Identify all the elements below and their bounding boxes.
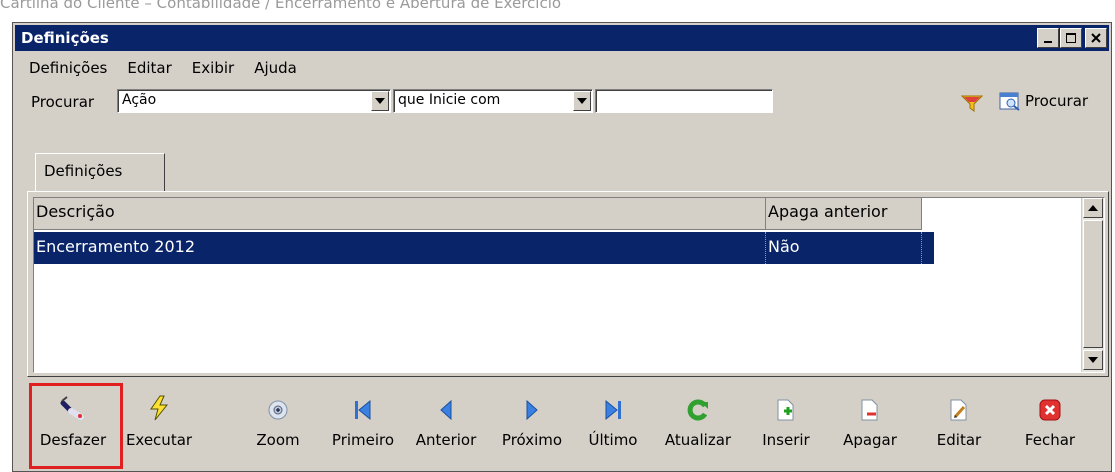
close-button[interactable]	[1085, 28, 1107, 48]
table-header: Descrição Apaga anterior	[34, 198, 934, 230]
scroll-thumb[interactable]	[1083, 220, 1103, 348]
apagar-label: Apagar	[843, 431, 897, 449]
scroll-down-icon	[1088, 357, 1098, 363]
primeiro-label: Primeiro	[331, 431, 395, 449]
menu-bar: Definições Editar Exibir Ajuda	[17, 57, 305, 79]
ultimo-label: Último	[588, 431, 638, 449]
apagar-button[interactable]: Apagar	[835, 381, 905, 467]
search-button-label: Procurar	[1025, 92, 1089, 110]
editar-button[interactable]: Editar	[929, 381, 989, 467]
search-text-input[interactable]	[595, 89, 773, 113]
window-title: Definições	[21, 29, 109, 47]
executar-button[interactable]: Executar	[119, 381, 199, 467]
column-header-descricao[interactable]: Descrição	[34, 198, 766, 230]
menu-ajuda[interactable]: Ajuda	[242, 57, 305, 79]
close-icon	[1091, 33, 1101, 43]
executar-label: Executar	[125, 431, 193, 449]
menu-definicoes-label: Definições	[29, 59, 108, 77]
cell-apaga-anterior: Não	[766, 232, 922, 264]
scroll-up-button[interactable]	[1083, 198, 1103, 218]
search-field-dropdown-button[interactable]	[371, 91, 389, 111]
close-red-icon	[1039, 399, 1061, 421]
menu-exibir[interactable]: Exibir	[180, 57, 242, 79]
definitions-table: Descrição Apaga anterior Encerramento 20…	[33, 197, 1105, 373]
menu-definicoes[interactable]: Definições	[17, 57, 115, 79]
next-icon	[526, 399, 538, 421]
search-label: Procurar	[31, 93, 95, 111]
scroll-up-icon	[1088, 205, 1098, 211]
menu-ajuda-label: Ajuda	[254, 59, 297, 77]
fechar-label: Fechar	[1024, 431, 1076, 449]
chevron-down-icon	[577, 98, 587, 104]
cell-descricao: Encerramento 2012	[34, 232, 766, 264]
maximize-icon	[1066, 33, 1076, 43]
scroll-down-button[interactable]	[1083, 350, 1103, 370]
chevron-down-icon	[375, 98, 385, 104]
zoom-icon	[268, 400, 288, 420]
first-icon	[355, 399, 371, 421]
menu-exibir-label: Exibir	[191, 59, 235, 77]
minimize-button[interactable]	[1037, 28, 1059, 48]
proximo-label: Próximo	[501, 431, 563, 449]
column-header-apaga-anterior[interactable]: Apaga anterior	[766, 198, 922, 230]
title-bar: Definições	[15, 25, 1109, 51]
insert-icon	[777, 399, 794, 421]
proximo-button[interactable]: Próximo	[497, 381, 567, 467]
previous-icon	[440, 399, 452, 421]
editar-label: Editar	[936, 431, 982, 449]
refresh-icon	[687, 399, 708, 421]
definicoes-window: Definições Definições Editar Exibir Ajud…	[12, 22, 1112, 472]
zoom-label: Zoom	[256, 431, 300, 449]
window-controls	[1037, 28, 1107, 48]
search-field-value: Ação	[122, 92, 157, 108]
document-caption: Cartilha do Cliente – Contabilidade / En…	[0, 0, 562, 12]
atualizar-label: Atualizar	[664, 431, 732, 449]
eraser-icon	[60, 396, 84, 420]
search-operator-select[interactable]: que Inicie com	[393, 89, 593, 113]
menu-editar[interactable]: Editar	[115, 57, 179, 79]
edit-icon	[950, 399, 967, 421]
search-button[interactable]: Procurar	[999, 91, 1088, 111]
anterior-label: Anterior	[415, 431, 477, 449]
primeiro-button[interactable]: Primeiro	[327, 381, 399, 467]
menu-editar-label: Editar	[127, 59, 172, 77]
search-operator-dropdown-button[interactable]	[573, 91, 591, 111]
maximize-button[interactable]	[1060, 28, 1082, 48]
search-row: Procurar Ação que Inicie com Procurar	[17, 87, 1107, 117]
tab-definicoes-label: Definições	[44, 162, 123, 180]
table-row[interactable]: Encerramento 2012 Não	[34, 232, 934, 264]
fechar-button[interactable]: Fechar	[1015, 381, 1085, 467]
filter-icon[interactable]	[961, 95, 983, 113]
desfazer-button[interactable]: Desfazer	[33, 381, 113, 467]
inserir-label: Inserir	[762, 431, 810, 449]
vertical-scrollbar[interactable]	[1081, 198, 1104, 372]
search-operator-value: que Inicie com	[398, 92, 501, 108]
atualizar-button[interactable]: Atualizar	[663, 381, 733, 467]
desfazer-label: Desfazer	[39, 431, 107, 449]
action-toolbar: Desfazer Executar Zoom Primeiro Anterior…	[27, 381, 1109, 469]
tab-definicoes[interactable]: Definições	[35, 153, 165, 191]
zoom-button[interactable]: Zoom	[253, 381, 303, 467]
anterior-button[interactable]: Anterior	[411, 381, 481, 467]
ultimo-button[interactable]: Último	[583, 381, 643, 467]
inserir-button[interactable]: Inserir	[751, 381, 821, 467]
minimize-icon	[1044, 41, 1052, 43]
search-window-icon	[999, 92, 1020, 111]
search-field-select[interactable]: Ação	[117, 89, 391, 113]
last-icon	[605, 399, 621, 421]
lightning-icon	[150, 395, 169, 421]
delete-icon	[861, 399, 878, 421]
